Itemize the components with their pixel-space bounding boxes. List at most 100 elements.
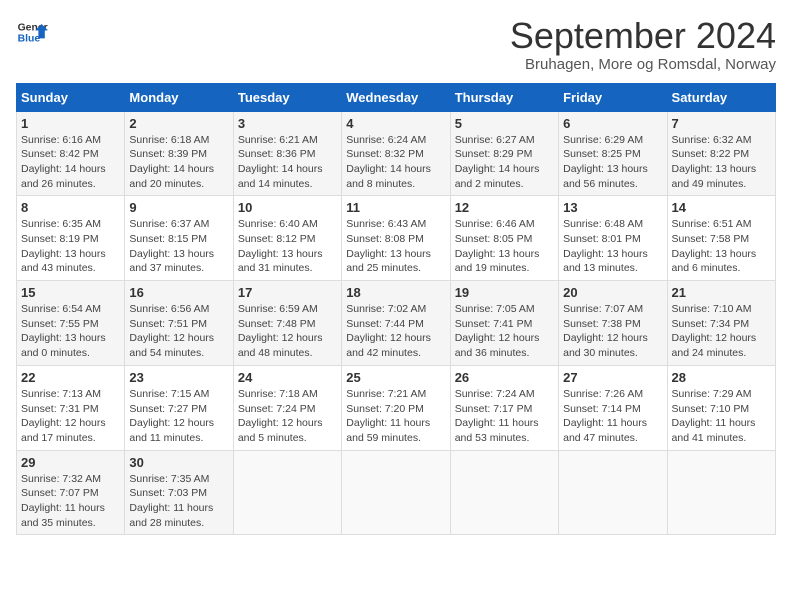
day-info: Sunrise: 6:35 AM Sunset: 8:19 PM Dayligh…	[21, 217, 120, 276]
logo: General Blue	[16, 16, 48, 48]
calendar-day-cell: 23 Sunrise: 7:15 AM Sunset: 7:27 PM Dayli…	[125, 365, 233, 450]
calendar-week-row: 15 Sunrise: 6:54 AM Sunset: 7:55 PM Dayli…	[17, 281, 776, 366]
day-info: Sunrise: 7:10 AM Sunset: 7:34 PM Dayligh…	[672, 302, 771, 361]
day-number: 9	[129, 200, 228, 215]
day-number: 13	[563, 200, 662, 215]
day-number: 15	[21, 285, 120, 300]
day-number: 18	[346, 285, 445, 300]
calendar-day-cell: 3 Sunrise: 6:21 AM Sunset: 8:36 PM Daylig…	[233, 111, 341, 196]
calendar-day-cell: 5 Sunrise: 6:27 AM Sunset: 8:29 PM Daylig…	[450, 111, 558, 196]
calendar-day-cell: 19 Sunrise: 7:05 AM Sunset: 7:41 PM Dayli…	[450, 281, 558, 366]
svg-text:Blue: Blue	[18, 34, 41, 45]
day-number: 8	[21, 200, 120, 215]
day-info: Sunrise: 6:27 AM Sunset: 8:29 PM Dayligh…	[455, 133, 554, 192]
day-number: 27	[563, 370, 662, 385]
day-info: Sunrise: 6:32 AM Sunset: 8:22 PM Dayligh…	[672, 133, 771, 192]
day-number: 16	[129, 285, 228, 300]
day-number: 17	[238, 285, 337, 300]
day-number: 25	[346, 370, 445, 385]
day-info: Sunrise: 6:48 AM Sunset: 8:01 PM Dayligh…	[563, 217, 662, 276]
calendar-day-cell: 12 Sunrise: 6:46 AM Sunset: 8:05 PM Dayli…	[450, 196, 558, 281]
calendar-day-cell: 22 Sunrise: 7:13 AM Sunset: 7:31 PM Dayli…	[17, 365, 125, 450]
day-info: Sunrise: 6:24 AM Sunset: 8:32 PM Dayligh…	[346, 133, 445, 192]
weekday-header: Saturday	[667, 83, 775, 111]
location-subtitle: Bruhagen, More og Romsdal, Norway	[510, 56, 776, 73]
calendar-day-cell: 11Sunrise: 6:43 AM Sunset: 8:08 PM Dayli…	[342, 196, 450, 281]
calendar-day-cell: 27 Sunrise: 7:26 AM Sunset: 7:14 PM Dayli…	[559, 365, 667, 450]
calendar-week-row: 8 Sunrise: 6:35 AM Sunset: 8:19 PM Daylig…	[17, 196, 776, 281]
weekday-header: Tuesday	[233, 83, 341, 111]
calendar-day-cell: 17 Sunrise: 6:59 AM Sunset: 7:48 PM Dayli…	[233, 281, 341, 366]
day-number: 22	[21, 370, 120, 385]
day-number: 26	[455, 370, 554, 385]
calendar-week-row: 22 Sunrise: 7:13 AM Sunset: 7:31 PM Dayli…	[17, 365, 776, 450]
month-title: September 2024	[510, 16, 776, 56]
weekday-header: Monday	[125, 83, 233, 111]
calendar-day-cell: 24Sunrise: 7:18 AM Sunset: 7:24 PM Dayli…	[233, 365, 341, 450]
calendar-week-row: 1 Sunrise: 6:16 AM Sunset: 8:42 PM Daylig…	[17, 111, 776, 196]
calendar-table: SundayMondayTuesdayWednesdayThursdayFrid…	[16, 83, 776, 536]
calendar-day-cell: 13 Sunrise: 6:48 AM Sunset: 8:01 PM Dayli…	[559, 196, 667, 281]
day-number: 14	[672, 200, 771, 215]
calendar-day-cell	[450, 450, 558, 535]
day-info: Sunrise: 7:21 AM Sunset: 7:20 PM Dayligh…	[346, 387, 445, 446]
day-number: 4	[346, 116, 445, 131]
day-info: Sunrise: 6:56 AM Sunset: 7:51 PM Dayligh…	[129, 302, 228, 361]
header: General Blue September 2024 Bruhagen, Mo…	[16, 16, 776, 73]
logo-icon: General Blue	[16, 16, 48, 48]
day-info: Sunrise: 6:40 AM Sunset: 8:12 PM Dayligh…	[238, 217, 337, 276]
calendar-day-cell	[233, 450, 341, 535]
day-number: 29	[21, 455, 120, 470]
day-number: 6	[563, 116, 662, 131]
day-number: 12	[455, 200, 554, 215]
day-number: 24	[238, 370, 337, 385]
day-info: Sunrise: 6:51 AM Sunset: 7:58 PM Dayligh…	[672, 217, 771, 276]
day-info: Sunrise: 7:07 AM Sunset: 7:38 PM Dayligh…	[563, 302, 662, 361]
day-info: Sunrise: 7:02 AM Sunset: 7:44 PM Dayligh…	[346, 302, 445, 361]
day-number: 7	[672, 116, 771, 131]
day-info: Sunrise: 6:46 AM Sunset: 8:05 PM Dayligh…	[455, 217, 554, 276]
calendar-day-cell	[559, 450, 667, 535]
calendar-day-cell: 21 Sunrise: 7:10 AM Sunset: 7:34 PM Dayli…	[667, 281, 775, 366]
day-number: 3	[238, 116, 337, 131]
day-number: 1	[21, 116, 120, 131]
day-info: Sunrise: 6:54 AM Sunset: 7:55 PM Dayligh…	[21, 302, 120, 361]
day-info: Sunrise: 7:05 AM Sunset: 7:41 PM Dayligh…	[455, 302, 554, 361]
day-info: Sunrise: 7:26 AM Sunset: 7:14 PM Dayligh…	[563, 387, 662, 446]
day-number: 19	[455, 285, 554, 300]
calendar-day-cell: 9 Sunrise: 6:37 AM Sunset: 8:15 PM Daylig…	[125, 196, 233, 281]
weekday-header: Thursday	[450, 83, 558, 111]
day-info: Sunrise: 7:15 AM Sunset: 7:27 PM Dayligh…	[129, 387, 228, 446]
calendar-day-cell: 26Sunrise: 7:24 AM Sunset: 7:17 PM Dayli…	[450, 365, 558, 450]
calendar-day-cell: 4 Sunrise: 6:24 AM Sunset: 8:32 PM Daylig…	[342, 111, 450, 196]
calendar-day-cell: 20Sunrise: 7:07 AM Sunset: 7:38 PM Dayli…	[559, 281, 667, 366]
day-info: Sunrise: 7:35 AM Sunset: 7:03 PM Dayligh…	[129, 472, 228, 531]
day-info: Sunrise: 7:29 AM Sunset: 7:10 PM Dayligh…	[672, 387, 771, 446]
day-info: Sunrise: 7:13 AM Sunset: 7:31 PM Dayligh…	[21, 387, 120, 446]
day-number: 10	[238, 200, 337, 215]
day-number: 28	[672, 370, 771, 385]
calendar-day-cell: 2Sunrise: 6:18 AM Sunset: 8:39 PM Daylig…	[125, 111, 233, 196]
day-info: Sunrise: 6:16 AM Sunset: 8:42 PM Dayligh…	[21, 133, 120, 192]
title-section: September 2024 Bruhagen, More og Romsdal…	[510, 16, 776, 73]
day-number: 5	[455, 116, 554, 131]
day-number: 23	[129, 370, 228, 385]
calendar-week-row: 29Sunrise: 7:32 AM Sunset: 7:07 PM Dayli…	[17, 450, 776, 535]
weekday-header: Friday	[559, 83, 667, 111]
calendar-day-cell: 25 Sunrise: 7:21 AM Sunset: 7:20 PM Dayli…	[342, 365, 450, 450]
day-number: 2	[129, 116, 228, 131]
calendar-header-row: SundayMondayTuesdayWednesdayThursdayFrid…	[17, 83, 776, 111]
calendar-day-cell: 30Sunrise: 7:35 AM Sunset: 7:03 PM Dayli…	[125, 450, 233, 535]
day-info: Sunrise: 6:21 AM Sunset: 8:36 PM Dayligh…	[238, 133, 337, 192]
calendar-day-cell: 15 Sunrise: 6:54 AM Sunset: 7:55 PM Dayli…	[17, 281, 125, 366]
day-info: Sunrise: 6:59 AM Sunset: 7:48 PM Dayligh…	[238, 302, 337, 361]
calendar-day-cell: 7 Sunrise: 6:32 AM Sunset: 8:22 PM Daylig…	[667, 111, 775, 196]
day-info: Sunrise: 6:37 AM Sunset: 8:15 PM Dayligh…	[129, 217, 228, 276]
calendar-day-cell: 18 Sunrise: 7:02 AM Sunset: 7:44 PM Dayli…	[342, 281, 450, 366]
calendar-day-cell: 8 Sunrise: 6:35 AM Sunset: 8:19 PM Daylig…	[17, 196, 125, 281]
day-number: 21	[672, 285, 771, 300]
calendar-day-cell: 6 Sunrise: 6:29 AM Sunset: 8:25 PM Daylig…	[559, 111, 667, 196]
calendar-day-cell: 29Sunrise: 7:32 AM Sunset: 7:07 PM Dayli…	[17, 450, 125, 535]
calendar-day-cell: 16 Sunrise: 6:56 AM Sunset: 7:51 PM Dayli…	[125, 281, 233, 366]
day-info: Sunrise: 6:29 AM Sunset: 8:25 PM Dayligh…	[563, 133, 662, 192]
